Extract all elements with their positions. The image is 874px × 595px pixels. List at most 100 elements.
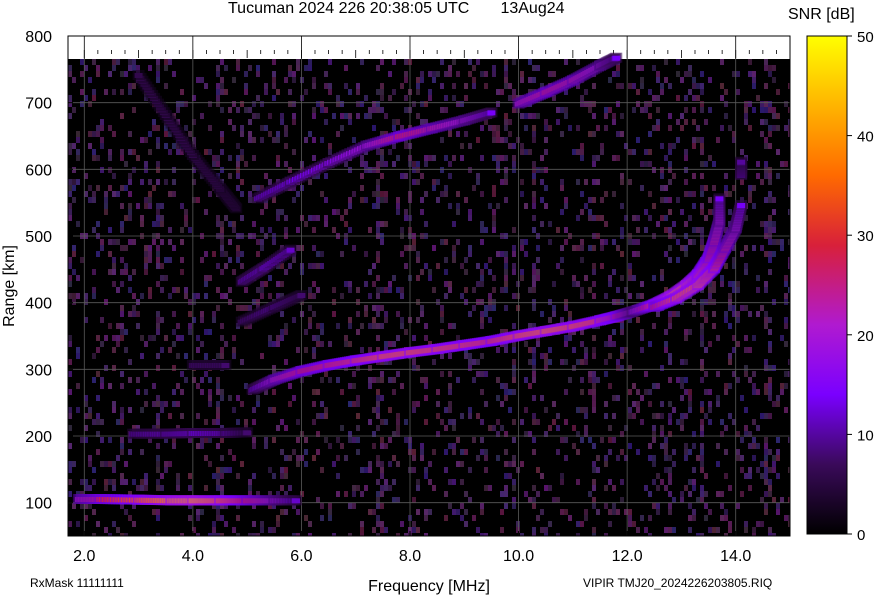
noise-cell <box>148 251 152 257</box>
noise-cell <box>484 71 488 77</box>
noise-cell <box>380 377 384 383</box>
noise-cell <box>240 101 244 107</box>
noise-cell <box>468 467 472 473</box>
noise-cell <box>380 503 384 509</box>
noise-cell <box>508 119 512 125</box>
noise-cell <box>504 305 508 311</box>
noise-cell <box>312 401 316 407</box>
noise-cell <box>520 245 524 251</box>
noise-cell <box>700 143 704 149</box>
noise-cell <box>776 113 780 119</box>
noise-cell <box>764 437 768 443</box>
noise-cell <box>504 287 508 293</box>
noise-cell <box>692 191 696 197</box>
noise-cell <box>360 185 364 191</box>
noise-cell <box>728 353 732 359</box>
noise-cell <box>352 383 356 389</box>
noise-cell <box>396 155 400 161</box>
noise-cell <box>480 221 484 227</box>
noise-cell <box>628 179 632 185</box>
noise-cell <box>320 263 324 269</box>
noise-cell <box>196 443 200 449</box>
noise-cell <box>152 239 156 245</box>
noise-cell <box>252 299 256 305</box>
noise-cell <box>120 149 124 155</box>
noise-cell <box>348 383 352 389</box>
noise-cell <box>656 119 660 125</box>
noise-cell <box>664 59 668 65</box>
echo-cell <box>286 247 295 253</box>
noise-cell <box>672 173 676 179</box>
noise-cell <box>248 131 252 137</box>
noise-cell <box>412 101 416 107</box>
noise-cell <box>80 59 84 65</box>
noise-cell <box>764 443 768 449</box>
noise-cell <box>180 203 184 209</box>
noise-cell <box>364 251 368 257</box>
noise-cell <box>328 83 332 89</box>
noise-cell <box>252 443 256 449</box>
noise-cell <box>700 491 704 497</box>
noise-cell <box>676 137 680 143</box>
noise-cell <box>576 359 580 365</box>
noise-cell <box>532 263 536 269</box>
noise-cell <box>600 263 604 269</box>
noise-cell <box>388 485 392 491</box>
noise-cell <box>440 167 444 173</box>
noise-cell <box>320 377 324 383</box>
noise-cell <box>664 443 668 449</box>
noise-cell <box>612 395 616 401</box>
noise-cell <box>612 437 616 443</box>
noise-cell <box>376 401 380 407</box>
noise-cell <box>272 95 276 101</box>
noise-cell <box>436 71 440 77</box>
noise-cell <box>572 275 576 281</box>
noise-cell <box>592 113 596 119</box>
noise-cell <box>116 341 120 347</box>
noise-cell <box>312 311 316 317</box>
noise-cell <box>108 239 112 245</box>
noise-cell <box>764 137 768 143</box>
y-axis-ticks: 100200300400500600700800 <box>25 29 73 513</box>
noise-cell <box>360 521 364 527</box>
noise-cell <box>100 167 104 173</box>
noise-cell <box>220 89 224 95</box>
noise-cell <box>448 323 452 329</box>
noise-cell <box>704 311 708 317</box>
noise-cell <box>684 251 688 257</box>
noise-cell <box>764 323 768 329</box>
noise-cell <box>280 509 284 515</box>
noise-cell <box>400 251 404 257</box>
noise-cell <box>260 209 264 215</box>
noise-cell <box>680 425 684 431</box>
noise-cell <box>716 443 720 449</box>
noise-cell <box>356 329 360 335</box>
noise-cell <box>344 239 348 245</box>
noise-cell <box>580 245 584 251</box>
noise-cell <box>412 365 416 371</box>
noise-cell <box>196 77 200 83</box>
noise-cell <box>424 515 428 521</box>
noise-cell <box>424 155 428 161</box>
y-tick-label: 700 <box>25 96 52 113</box>
noise-cell <box>608 509 612 515</box>
noise-cell <box>688 395 692 401</box>
noise-cell <box>352 191 356 197</box>
noise-cell <box>364 167 368 173</box>
noise-cell <box>284 455 288 461</box>
noise-cell <box>248 191 252 197</box>
noise-cell <box>392 479 396 485</box>
noise-cell <box>764 359 768 365</box>
noise-cell <box>156 71 160 77</box>
noise-cell <box>360 59 364 65</box>
noise-cell <box>532 287 536 293</box>
noise-cell <box>200 509 204 515</box>
noise-cell <box>320 107 324 113</box>
noise-cell <box>168 59 172 65</box>
noise-cell <box>252 137 256 143</box>
noise-cell <box>256 65 260 71</box>
noise-cell <box>448 65 452 71</box>
noise-cell <box>188 485 192 491</box>
noise-cell <box>292 77 296 83</box>
noise-cell <box>604 191 608 197</box>
